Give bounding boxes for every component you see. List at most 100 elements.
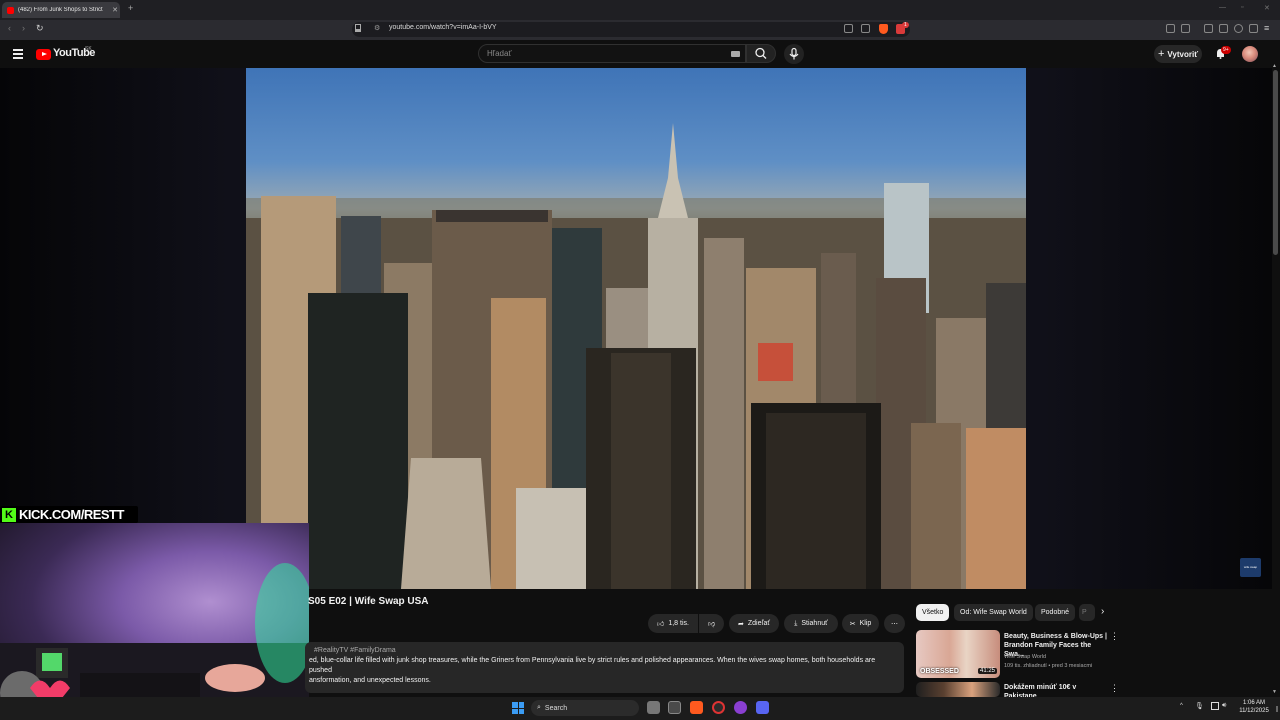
browser-menu-icon[interactable]: ≡ [1264, 23, 1269, 33]
recommendation-menu-icon[interactable]: ⋮ [1110, 631, 1119, 642]
file-explorer-icon[interactable] [668, 701, 681, 714]
kick-banner: K KICK.COM/RESTT [0, 506, 138, 523]
notification-badge: 9+ [1221, 46, 1231, 54]
youtube-logo-icon[interactable] [36, 49, 51, 60]
scissors-icon: ✂ [849, 620, 856, 628]
close-tab-icon[interactable]: ✕ [110, 6, 120, 14]
close-window-icon[interactable]: ✕ [1264, 4, 1270, 12]
tray-mic-icon[interactable]: 🎙︎ [1195, 702, 1204, 710]
more-horizontal-icon: ⋯ [891, 620, 898, 628]
chip-related[interactable]: Podobné [1035, 604, 1076, 621]
channel-watermark[interactable]: wife swap [1240, 558, 1261, 577]
kick-logo-icon: K [2, 507, 16, 522]
hashtags[interactable]: #RealityTV #FamilyDrama [314, 647, 396, 654]
taskbar-search-label: Search [544, 704, 568, 712]
tray-display-icon[interactable] [1211, 702, 1219, 710]
url-text[interactable]: youtube.com/watch?v=imAa-I-bVY [389, 24, 497, 31]
task-view-icon[interactable] [647, 701, 660, 714]
maximize-icon[interactable]: ▫ [1241, 4, 1243, 11]
city-skyline-image [246, 123, 1026, 589]
forward-icon[interactable]: › [22, 23, 25, 33]
scroll-up-arrow-icon[interactable]: ▲ [1272, 63, 1277, 69]
brave-shields-icon[interactable] [879, 24, 888, 34]
bookmark-icon[interactable] [355, 24, 361, 32]
description-line-1: ed, blue-collar life filled with junk sh… [309, 657, 876, 674]
recommendation-menu-icon[interactable]: ⋮ [1110, 683, 1119, 694]
description-line-2: ansformation, and unexpected lessons. [309, 677, 431, 684]
cast-icon[interactable] [844, 24, 853, 33]
discord-icon[interactable] [756, 701, 769, 714]
tab-search-icon[interactable] [1219, 24, 1228, 33]
microphone-icon [789, 47, 799, 60]
wallet-icon[interactable] [1181, 24, 1190, 33]
video-frame[interactable] [246, 68, 1026, 589]
search-icon [755, 47, 767, 59]
recommendation-meta: 109 tis. zhliadnutí • pred 3 mesiacmi [1004, 663, 1093, 669]
scroll-down-arrow-icon[interactable]: ▼ [1272, 689, 1277, 695]
avatar[interactable] [1242, 46, 1258, 62]
search-input[interactable]: Hľadať [478, 44, 746, 63]
share-arrow-icon: ➦ [737, 620, 744, 628]
share-page-icon[interactable] [861, 24, 870, 33]
thumbs-down-icon: 👎︎ [707, 621, 716, 628]
tray-volume-icon[interactable]: 🔊︎ [1222, 702, 1226, 710]
clock-time: 1:06 AM [1242, 700, 1265, 706]
create-label: Vytvoriť [1167, 49, 1199, 59]
webcam-overlay [0, 523, 309, 720]
chip-all[interactable]: Všetko [916, 604, 950, 621]
dislike-button[interactable]: 👎︎ [699, 614, 724, 633]
like-count: 1,8 tis. [668, 620, 689, 627]
new-tab-button[interactable]: + [128, 3, 133, 13]
clock-date: 11/12/2025 [1239, 707, 1269, 714]
taskbar-clock[interactable]: 1:06 AM 11/12/2025 [1232, 700, 1276, 715]
vpn-shield-icon[interactable] [1249, 24, 1258, 33]
brave-browser-icon[interactable] [690, 701, 703, 714]
description-text: ed, blue-collar life filled with junk sh… [309, 656, 899, 686]
taskbar-search[interactable]: ⌕ Search [531, 700, 639, 716]
video-title: S05 E02 | Wife Swap USA [308, 596, 429, 607]
create-button[interactable]: + Vytvoriť [1154, 45, 1202, 63]
recommendation-channel[interactable]: Wife Swap World [1004, 654, 1046, 660]
download-label: Stiahnuť [801, 620, 828, 627]
clip-label: Klip [859, 620, 872, 627]
browser-tab[interactable]: (482) From Junk Shops to Strict ✕ [2, 2, 120, 18]
extensions-icon[interactable] [1166, 24, 1175, 33]
share-label: Zdieľať [747, 620, 771, 627]
webcam-scene-image [0, 563, 309, 720]
back-icon[interactable]: ‹ [8, 23, 11, 33]
chips-next-arrow-icon[interactable]: › [1101, 606, 1104, 617]
download-button[interactable]: ⤓ Stiahnuť [784, 614, 838, 633]
app-icon[interactable] [734, 701, 747, 714]
reload-icon[interactable]: ↻ [36, 23, 44, 34]
kick-url-text: KICK.COM/RESTT [19, 507, 124, 522]
youtube-favicon-icon [7, 6, 14, 14]
windows-taskbar [0, 697, 1280, 720]
tab-title: (482) From Junk Shops to Strict [18, 7, 103, 13]
tray-chevron-icon[interactable]: ^ [1180, 703, 1183, 709]
share-button[interactable]: ➦ Zdieľať [729, 614, 779, 633]
chip-from-channel[interactable]: Od: Wife Swap World [954, 604, 1033, 621]
region-code: SK [85, 46, 92, 52]
voice-search-button[interactable] [784, 44, 804, 64]
guide-menu-icon[interactable] [13, 49, 23, 59]
thumbnail-text: OBSESSED [920, 668, 959, 675]
browser-tab-bar [0, 0, 1280, 20]
site-info-icon[interactable]: ⚙ [374, 24, 380, 32]
search-button[interactable] [746, 44, 776, 63]
plus-icon: + [1157, 48, 1165, 60]
more-actions-button[interactable]: ⋯ [884, 614, 905, 633]
clip-button[interactable]: ✂ Klip [842, 614, 879, 633]
minimize-icon[interactable]: — [1219, 4, 1226, 11]
keyboard-icon[interactable] [731, 51, 740, 57]
app-icon[interactable] [712, 701, 725, 714]
show-desktop-button[interactable] [1276, 706, 1278, 712]
recommendation-thumbnail[interactable]: OBSESSED 41:25 [916, 630, 1000, 678]
like-button[interactable]: 👍︎ 1,8 tis. [648, 614, 698, 633]
leo-ai-icon[interactable] [1234, 24, 1243, 33]
sidebar-icon[interactable] [1204, 24, 1213, 33]
windows-start-icon[interactable] [512, 702, 524, 714]
recommendation-thumbnail[interactable] [916, 682, 1000, 697]
scrollbar-thumb[interactable] [1273, 70, 1278, 255]
download-icon: ⤓ [794, 619, 798, 627]
chip-more[interactable]: P [1079, 604, 1095, 621]
